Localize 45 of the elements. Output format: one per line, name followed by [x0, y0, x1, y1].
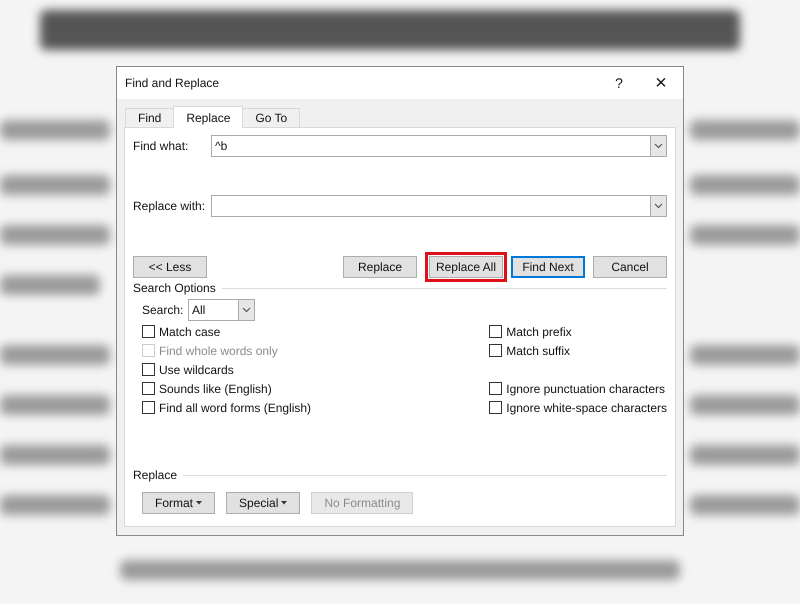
checkbox-label: Ignore white-space characters	[506, 400, 667, 416]
checkbox-label: Find whole words only	[159, 342, 278, 360]
checkbox[interactable]	[489, 401, 502, 414]
action-button[interactable]: Cancel	[593, 256, 667, 278]
help-button[interactable]: ?	[599, 67, 639, 99]
combo-field[interactable]: ^b	[211, 135, 667, 157]
checkbox[interactable]	[142, 382, 155, 395]
checkbox-label: Use wildcards	[159, 362, 234, 378]
close-button[interactable]: ×	[639, 67, 683, 99]
checkbox-label: Match suffix	[506, 342, 570, 360]
action-button[interactable]: Replace All	[429, 256, 503, 278]
checkbox-label: Find all word forms (English)	[159, 400, 312, 416]
action-button[interactable]: Replace	[343, 256, 417, 278]
checkbox-label: Match prefix	[506, 324, 572, 340]
window-title: Find and Replace	[125, 75, 220, 92]
search-label: Search:	[142, 302, 184, 319]
caret-icon	[281, 501, 288, 505]
checkbox[interactable]	[489, 344, 502, 357]
caret-icon	[196, 501, 202, 505]
checkbox-label: Sounds like (English)	[159, 380, 272, 398]
dropdown-value: All	[191, 302, 206, 319]
less-button[interactable]: << Less	[133, 256, 207, 278]
tab[interactable]: Replace	[173, 106, 244, 128]
chevron-down-icon	[654, 143, 663, 149]
format-option-button[interactable]: Format	[142, 492, 216, 514]
field-label: Replace with:	[133, 198, 206, 215]
tab[interactable]: Find	[125, 108, 174, 127]
section-title: Search Options	[133, 280, 216, 297]
chevron-down-icon	[654, 203, 663, 209]
section-title: Replace	[133, 467, 178, 484]
field-label: Find what:	[133, 138, 190, 155]
action-button[interactable]: Find Next	[511, 256, 585, 278]
chevron-down-icon	[242, 307, 251, 313]
combo-field[interactable]	[211, 195, 667, 217]
checkbox[interactable]	[489, 325, 502, 338]
checkbox-label: Ignore punctuation characters	[506, 380, 666, 398]
search-dropdown[interactable]: All	[188, 299, 255, 321]
checkbox[interactable]	[142, 325, 155, 338]
checkbox[interactable]	[489, 382, 502, 395]
checkbox[interactable]	[142, 401, 155, 414]
tab[interactable]: Go To	[242, 108, 300, 127]
format-option-button[interactable]: Special	[226, 492, 300, 514]
field-value: ^b	[214, 138, 228, 155]
checkbox-label: Match case	[159, 324, 220, 340]
checkbox[interactable]	[142, 363, 155, 376]
